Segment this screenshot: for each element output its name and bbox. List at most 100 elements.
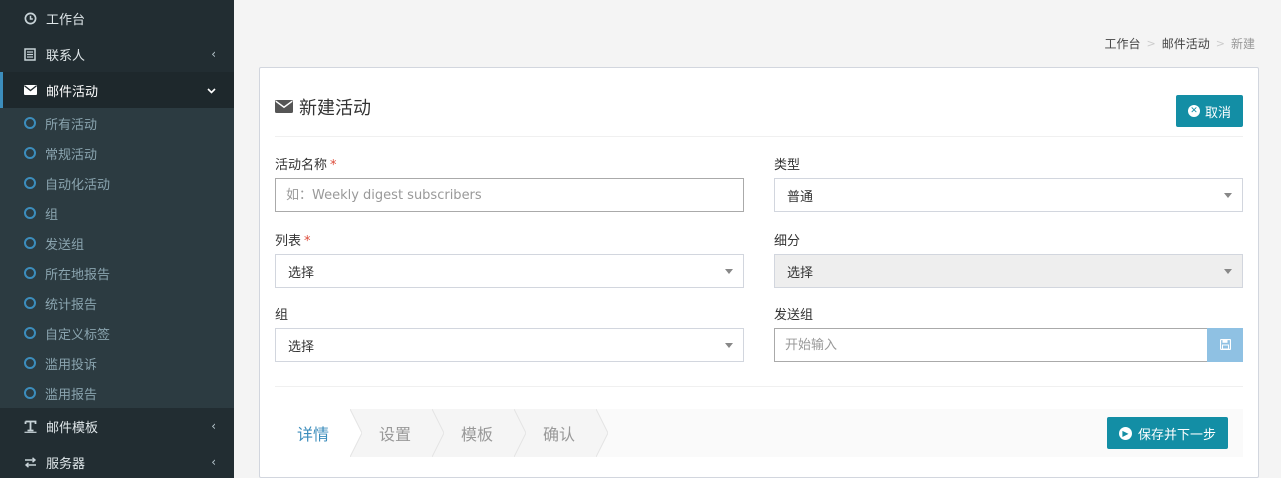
submenu-item-custom-tags[interactable]: 自定义标签 — [0, 318, 234, 348]
circle-icon — [24, 177, 36, 189]
save-and-next-label: 保存并下一步 — [1137, 427, 1216, 443]
step-arrow — [596, 409, 608, 457]
circle-icon — [24, 267, 36, 279]
group-label: 组 — [275, 308, 289, 323]
send-group-input[interactable] — [774, 328, 1207, 362]
circle-icon — [24, 297, 36, 309]
submenu-item-all-campaigns[interactable]: 所有活动 — [0, 108, 234, 138]
submenu-item-abuse-report[interactable]: 滥用报告 — [0, 378, 234, 408]
submenu-label: 滥用报告 — [45, 387, 98, 403]
campaign-name-group: 活动名称 * — [275, 154, 744, 212]
submenu-label: 发送组 — [45, 237, 85, 253]
main-content: 工作台 > 邮件活动 > 新建 新建活动 ✕ 取消 活动名称 * 如：Weekl… — [234, 0, 1281, 478]
sidebar-item-contacts[interactable]: 联系人 ‹ — [0, 36, 234, 72]
submenu-item-regular-campaigns[interactable]: 常规活动 — [0, 138, 234, 168]
breadcrumb-separator: > — [1215, 37, 1225, 50]
required-marker: * — [330, 158, 337, 173]
cancel-button[interactable]: ✕ 取消 — [1175, 95, 1243, 127]
submenu-label: 滥用投诉 — [45, 357, 98, 373]
segment-group: 细分 选择 — [774, 230, 1243, 288]
circle-icon — [24, 387, 36, 399]
sidebar-item-email-templates[interactable]: 邮件模板 ‹ — [0, 408, 234, 444]
wizard-step-label: 详情 — [297, 425, 330, 444]
sidebar-item-label: 服务器 — [46, 456, 86, 472]
wizard-step-details[interactable]: 详情 — [275, 409, 362, 457]
submenu-item-abuse-complaints[interactable]: 滥用投诉 — [0, 348, 234, 378]
submenu-label: 所在地报告 — [45, 267, 111, 283]
wizard-step-label: 模板 — [461, 425, 494, 444]
step-arrow — [350, 409, 362, 457]
chevron-down-icon — [207, 83, 216, 97]
text-icon — [22, 418, 38, 434]
breadcrumb-current: 新建 — [1230, 37, 1255, 51]
submenu-label: 常规活动 — [45, 147, 98, 163]
submenu-item-groups[interactable]: 组 — [0, 198, 234, 228]
exchange-icon — [22, 454, 38, 470]
submenu-item-stats-report[interactable]: 统计报告 — [0, 288, 234, 318]
sidebar-item-dashboard[interactable]: 工作台 — [0, 0, 234, 36]
wizard-step-label: 确认 — [543, 425, 576, 444]
circle-icon — [24, 207, 36, 219]
type-select[interactable]: 普通 — [774, 178, 1243, 212]
box-header: 新建活动 ✕ 取消 — [275, 68, 1243, 137]
wizard-step-confirm[interactable]: 确认 — [514, 409, 608, 457]
cancel-button-label: 取消 — [1204, 105, 1231, 121]
group-group: 组 选择 — [275, 304, 744, 362]
circle-icon — [24, 147, 36, 159]
breadcrumb-email-campaigns[interactable]: 邮件活动 — [1162, 35, 1210, 52]
save-and-next-button[interactable]: ▶ 保存并下一步 — [1106, 417, 1228, 449]
submenu-label: 自动化活动 — [45, 177, 111, 193]
dashboard-icon — [22, 10, 38, 26]
address-book-icon — [22, 46, 38, 62]
sidebar-item-servers[interactable]: 服务器 ‹ — [0, 444, 234, 478]
type-select-value: 普通 — [787, 189, 814, 205]
circle-icon — [24, 237, 36, 249]
envelope-icon — [275, 97, 293, 118]
caret-down-icon — [725, 269, 733, 274]
segment-label: 细分 — [774, 234, 801, 249]
list-select[interactable]: 选择 — [275, 254, 744, 288]
caret-down-icon — [725, 343, 733, 348]
breadcrumb-dashboard[interactable]: 工作台 — [1105, 35, 1141, 52]
send-group-group: 发送组 — [774, 304, 1243, 362]
submenu-label: 统计报告 — [45, 297, 98, 313]
envelope-icon — [22, 82, 38, 98]
submenu-item-send-groups[interactable]: 发送组 — [0, 228, 234, 258]
circle-icon — [24, 117, 36, 129]
wizard-step-settings[interactable]: 设置 — [350, 409, 444, 457]
circle-icon — [24, 357, 36, 369]
sidebar: 工作台 联系人 ‹ 邮件活动 所有活动 常规活动 自动化活动 组 发送组 所在地… — [0, 0, 234, 478]
form-divider — [275, 386, 1243, 387]
caret-down-icon — [1224, 193, 1232, 198]
list-label-text: 列表 — [275, 234, 302, 249]
list-select-value: 选择 — [288, 265, 315, 281]
segment-select-value: 选择 — [787, 265, 814, 281]
list-label: 列表 * — [275, 230, 744, 249]
sidebar-item-label: 工作台 — [46, 12, 86, 28]
step-arrow — [432, 409, 444, 457]
page-title: 新建活动 — [275, 94, 371, 120]
list-group: 列表 * 选择 — [275, 230, 744, 288]
type-label: 类型 — [774, 158, 801, 173]
submenu-label: 自定义标签 — [45, 327, 111, 343]
wizard-step-label: 设置 — [379, 425, 412, 444]
submenu-item-location-report[interactable]: 所在地报告 — [0, 258, 234, 288]
chevron-left-icon: ‹ — [211, 455, 216, 469]
breadcrumb-separator: > — [1146, 37, 1156, 50]
step-arrow — [514, 409, 526, 457]
times-circle-icon: ✕ — [1187, 105, 1200, 117]
save-group-button[interactable] — [1207, 328, 1243, 362]
campaign-name-input[interactable] — [275, 178, 744, 212]
page-title-text: 新建活动 — [299, 98, 371, 119]
campaign-submenu: 所有活动 常规活动 自动化活动 组 发送组 所在地报告 统计报告 自定义标签 滥… — [0, 108, 234, 408]
type-group: 类型 普通 — [774, 154, 1243, 212]
wizard-step-template[interactable]: 模板 — [432, 409, 526, 457]
group-select[interactable]: 选择 — [275, 328, 744, 362]
group-select-value: 选择 — [288, 339, 315, 355]
new-campaign-box: 新建活动 ✕ 取消 活动名称* 类型 普通 列表* — [259, 67, 1259, 478]
chevron-circle-right-icon: ▶ — [1118, 426, 1132, 440]
campaign-name-label: 活动名称 * — [275, 154, 744, 173]
submenu-item-automated-campaigns[interactable]: 自动化活动 — [0, 168, 234, 198]
chevron-left-icon: ‹ — [211, 419, 216, 433]
sidebar-item-email-campaigns[interactable]: 邮件活动 — [0, 72, 234, 108]
